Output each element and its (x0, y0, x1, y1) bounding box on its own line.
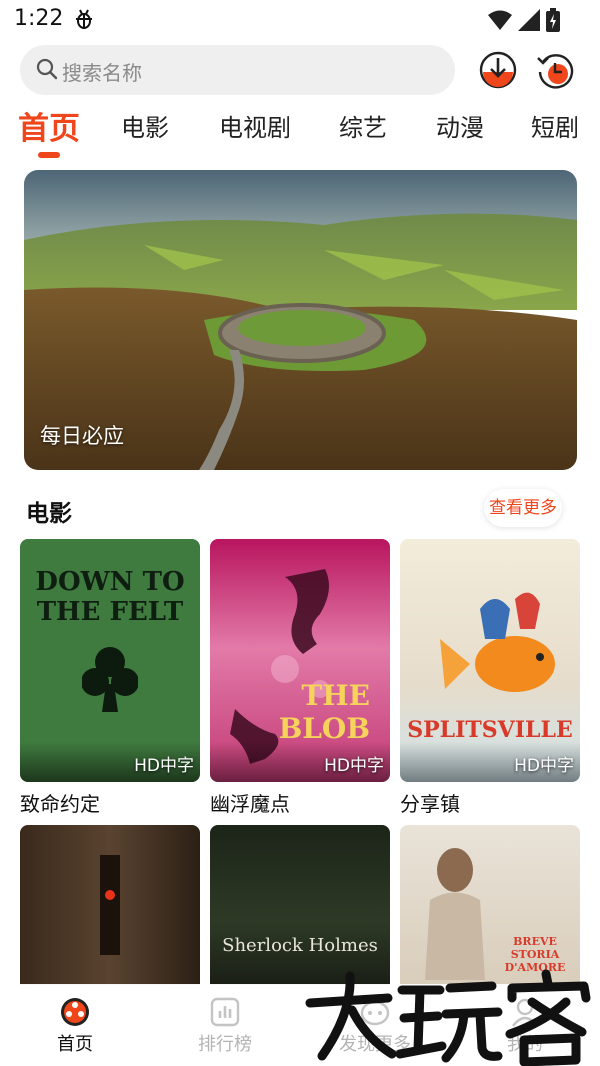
poster-face-art (100, 855, 120, 955)
category-tabs: 首页 电影 电视剧 综艺 动漫 短剧 (0, 108, 600, 164)
tab-variety[interactable]: 综艺 (339, 108, 387, 143)
movie-poster: SPLITSVILLE HD中字 (400, 539, 580, 782)
nav-home[interactable]: 首页 (15, 996, 135, 1056)
watermark-logo (305, 969, 591, 1066)
history-icon[interactable] (535, 50, 575, 90)
movie-card[interactable]: BREVE STORIA D'AMORE (400, 825, 580, 985)
featured-banner[interactable]: 每日必应 (24, 170, 577, 470)
bug-icon (76, 9, 92, 29)
tab-movies[interactable]: 电影 (121, 108, 169, 143)
nav-ranking[interactable]: 排行榜 (165, 996, 285, 1056)
poster-title-text: DOWN TO THE FELT (35, 567, 185, 627)
download-icon[interactable] (478, 50, 518, 90)
movie-title: 致命约定 (20, 792, 100, 816)
tab-anime[interactable]: 动漫 (436, 108, 484, 143)
search-icon (36, 58, 58, 80)
movie-poster: DOWN TO THE FELT HD中字 (20, 539, 200, 782)
poster-figure-art (425, 848, 485, 980)
movie-poster: THE BLOB HD中字 (210, 539, 390, 782)
movie-card[interactable]: THE BLOB HD中字 幽浮魔点 (210, 539, 390, 817)
poster-title-text: THE BLOB (278, 679, 370, 745)
movie-title: 幽浮魔点 (210, 792, 290, 816)
movie-poster: Sherlock Holmes (210, 825, 390, 985)
quality-badge: HD中字 (134, 756, 194, 776)
status-bar: 1:22 (0, 0, 600, 40)
section-title: 电影 (26, 501, 72, 527)
search-placeholder: 搜索名称 (62, 61, 142, 85)
movie-card[interactable]: Sherlock Holmes (210, 825, 390, 985)
tab-home[interactable]: 首页 (18, 103, 80, 148)
nav-label: 排行榜 (198, 1034, 252, 1055)
quality-badge: HD中字 (514, 756, 574, 776)
poster-title-text: Sherlock Holmes (222, 935, 378, 956)
tab-short-drama[interactable]: 短剧 (531, 108, 579, 143)
movie-card[interactable] (20, 825, 200, 985)
movie-card[interactable]: SPLITSVILLE HD中字 分享镇 (400, 539, 580, 817)
battery-icon (546, 8, 560, 32)
search-input[interactable]: 搜索名称 (20, 45, 455, 95)
movie-title: 分享镇 (400, 792, 460, 816)
tab-tv-series[interactable]: 电视剧 (219, 108, 291, 143)
wifi-icon (488, 10, 512, 30)
signal-icon (518, 9, 540, 31)
nav-label: 首页 (57, 1034, 93, 1055)
movie-poster (20, 825, 200, 985)
club-suit-icon (82, 647, 138, 712)
banner-caption: 每日必应 (40, 424, 124, 448)
poster-title-text: SPLITSVILLE (407, 717, 573, 743)
movie-poster: BREVE STORIA D'AMORE (400, 825, 580, 985)
tab-indicator (38, 152, 60, 158)
see-more-button[interactable]: 查看更多 (484, 489, 562, 527)
movie-card[interactable]: DOWN TO THE FELT HD中字 致命约定 (20, 539, 200, 817)
quality-badge: HD中字 (324, 756, 384, 776)
poster-goldfish-art (440, 592, 555, 692)
film-reel-icon (61, 998, 89, 1026)
ranking-icon (210, 997, 240, 1027)
status-time: 1:22 (14, 6, 64, 31)
